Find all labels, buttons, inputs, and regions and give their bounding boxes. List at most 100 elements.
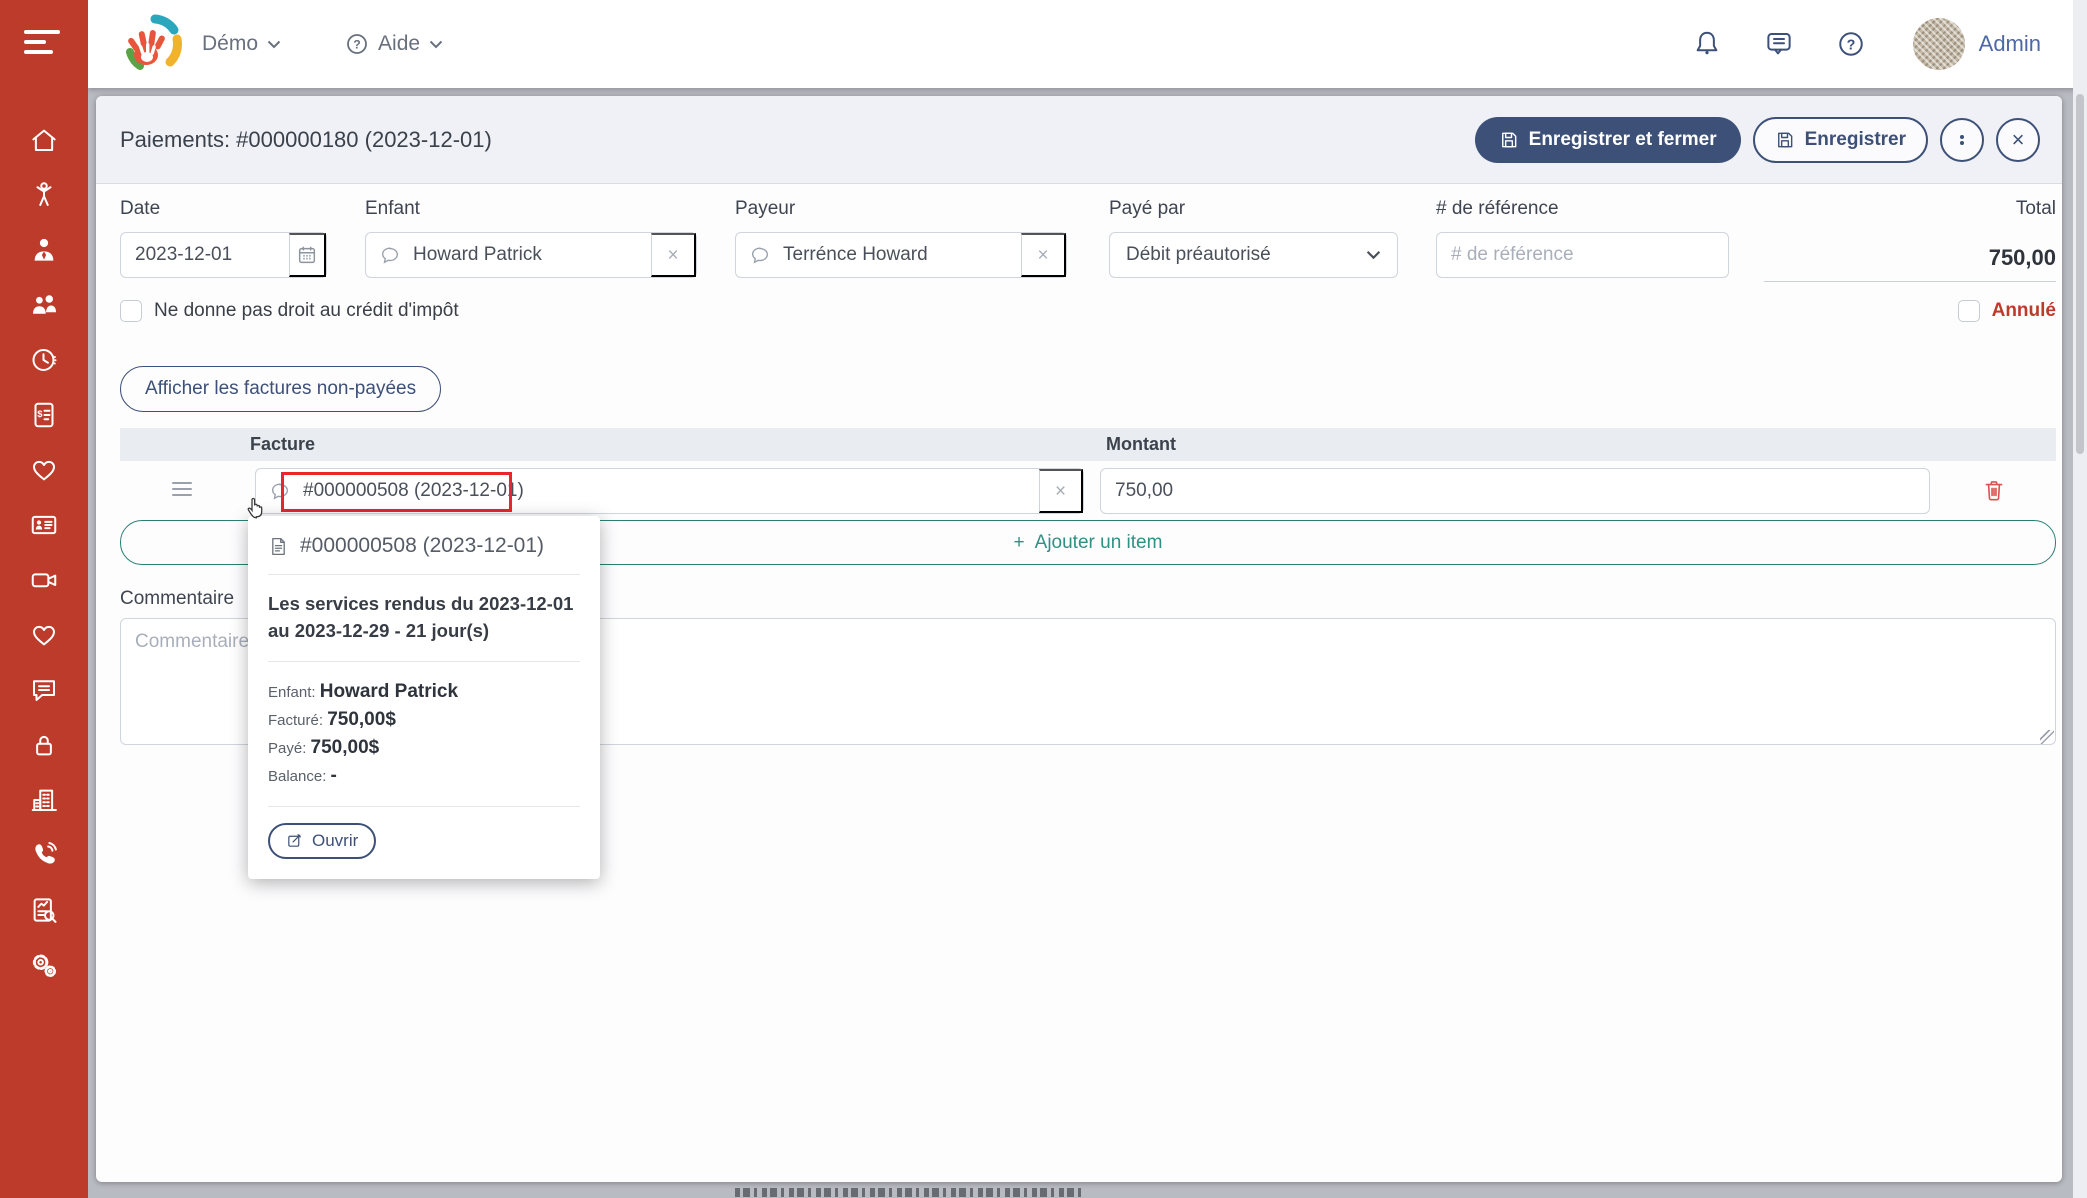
more-actions-button[interactable]: [1940, 118, 1984, 162]
clear-icon: ×: [1037, 246, 1048, 265]
bell-icon: [1692, 29, 1722, 59]
sidebar-item-home[interactable]: [24, 124, 64, 155]
facture-clear-button[interactable]: ×: [1039, 469, 1083, 513]
sidebar-item-settings[interactable]: [24, 949, 64, 980]
enfant-clear-button[interactable]: ×: [651, 233, 696, 277]
montant-input[interactable]: [1101, 480, 1929, 502]
clipped-footer-text: [735, 1188, 1081, 1197]
facture-value: #000000508 (2023-12-01): [291, 480, 1039, 502]
show-unpaid-invoices-button[interactable]: Afficher les factures non-payées: [120, 366, 441, 412]
sidebar-item-messages[interactable]: [24, 674, 64, 705]
app-logo: [122, 13, 184, 75]
menu-toggle-button[interactable]: [24, 30, 64, 60]
invoice-option[interactable]: #000000508 (2023-12-01): [268, 534, 544, 558]
plus-icon: +: [1014, 532, 1025, 554]
invoice-option-label: #000000508 (2023-12-01): [300, 534, 544, 558]
divider: [268, 806, 580, 807]
help-menu[interactable]: ? Aide: [339, 31, 449, 57]
delete-row-button[interactable]: [1980, 476, 2008, 506]
user-menu[interactable]: Admin: [1907, 17, 2047, 71]
drag-handle-icon: [172, 482, 192, 484]
sidebar-item-idcard[interactable]: [24, 509, 64, 540]
sidebar-item-facility[interactable]: [24, 784, 64, 815]
enfant-value: Howard Patrick: [401, 244, 651, 266]
divider: [268, 661, 580, 662]
facture-field[interactable]: #000000508 (2023-12-01) ×: [255, 468, 1084, 514]
sidebar-item-group[interactable]: [24, 289, 64, 320]
date-input[interactable]: [121, 244, 289, 266]
chat-bubble-icon: [1764, 29, 1794, 59]
enfant-field[interactable]: Howard Patrick ×: [365, 232, 697, 278]
messages-button[interactable]: [1763, 28, 1795, 60]
gears-icon: [29, 950, 59, 980]
sidebar-item-educator[interactable]: [24, 234, 64, 265]
sidebar-item-heart-2[interactable]: [24, 619, 64, 650]
credit-checkbox-row: Ne donne pas droit au crédit d'impôt: [120, 300, 459, 322]
sidebar-nav: $: [0, 124, 88, 980]
paye-par-label: Payé par: [1109, 198, 1185, 220]
reference-input[interactable]: [1437, 244, 1728, 266]
sidebar-item-heart[interactable]: [24, 454, 64, 485]
svg-text:?: ?: [353, 37, 360, 51]
sidebar-item-video[interactable]: [24, 564, 64, 595]
annule-checkbox-row: Annulé: [1958, 300, 2056, 322]
add-item-label: Ajouter un item: [1035, 532, 1163, 554]
credit-checkbox[interactable]: [120, 300, 142, 322]
lock-icon: [29, 730, 59, 760]
kebab-icon: [1960, 133, 1964, 147]
credit-checkbox-label: Ne donne pas droit au crédit d'impôt: [154, 300, 459, 322]
date-label: Date: [120, 198, 160, 220]
annule-checkbox[interactable]: [1958, 300, 1980, 322]
date-picker-button[interactable]: [289, 233, 326, 277]
notifications-button[interactable]: [1691, 28, 1723, 60]
topbar-right: ? Admin: [1691, 17, 2087, 71]
close-button[interactable]: ×: [1996, 118, 2040, 162]
popover-balance-row: Balance: -: [268, 762, 580, 790]
date-field: [120, 232, 327, 278]
chat-icon: [29, 675, 59, 705]
app-screen: $: [0, 0, 2087, 1198]
help-button[interactable]: ?: [1835, 28, 1867, 60]
payeur-value: Terrénce Howard: [771, 244, 1021, 266]
paye-par-select[interactable]: Débit préautorisé: [1109, 232, 1398, 278]
help-menu-label: Aide: [378, 32, 420, 56]
resize-grip-icon[interactable]: [2040, 730, 2054, 744]
save-button[interactable]: Enregistrer: [1753, 117, 1928, 163]
document-icon: [268, 535, 289, 558]
clear-icon: ×: [667, 246, 678, 265]
heart-icon: [29, 620, 59, 650]
total-value: 750,00: [1764, 234, 2056, 282]
open-invoice-label: Ouvrir: [312, 831, 358, 851]
payeur-clear-button[interactable]: ×: [1021, 233, 1066, 277]
building-icon: [29, 785, 59, 815]
sidebar-item-calls[interactable]: [24, 839, 64, 870]
total-label: Total: [1764, 198, 2056, 220]
payeur-field[interactable]: Terrénce Howard ×: [735, 232, 1067, 278]
sidebar-item-child[interactable]: [24, 179, 64, 210]
montant-field: [1100, 468, 1930, 514]
sidebar-item-clock[interactable]: [24, 344, 64, 375]
chevron-down-icon: [1366, 250, 1381, 260]
question-circle-icon: ?: [345, 32, 369, 56]
id-card-icon: [29, 510, 59, 540]
montant-column-header: Montant: [1106, 428, 1176, 461]
report-icon: [29, 895, 59, 925]
card-actions: Enregistrer et fermer Enregistrer ×: [1475, 117, 2040, 163]
reference-field: [1436, 232, 1729, 278]
sidebar-item-security[interactable]: [24, 729, 64, 760]
heart-icon: [29, 455, 59, 485]
save-and-close-button[interactable]: Enregistrer et fermer: [1475, 117, 1741, 163]
sidebar-item-reports[interactable]: [24, 894, 64, 925]
sidebar-item-invoice[interactable]: $: [24, 399, 64, 430]
popover-facture-value: 750,00$: [327, 709, 396, 730]
org-menu-label: Démo: [202, 32, 258, 56]
open-invoice-button[interactable]: Ouvrir: [268, 823, 376, 859]
row-drag-handle[interactable]: [172, 482, 192, 500]
clock-icon: [29, 345, 59, 375]
payeur-label: Payeur: [735, 198, 795, 220]
child-icon: [29, 180, 59, 210]
org-menu[interactable]: Démo: [196, 31, 287, 57]
video-camera-icon: [29, 565, 59, 595]
user-name: Admin: [1979, 31, 2041, 57]
scrollbar-thumb[interactable]: [2076, 94, 2084, 454]
